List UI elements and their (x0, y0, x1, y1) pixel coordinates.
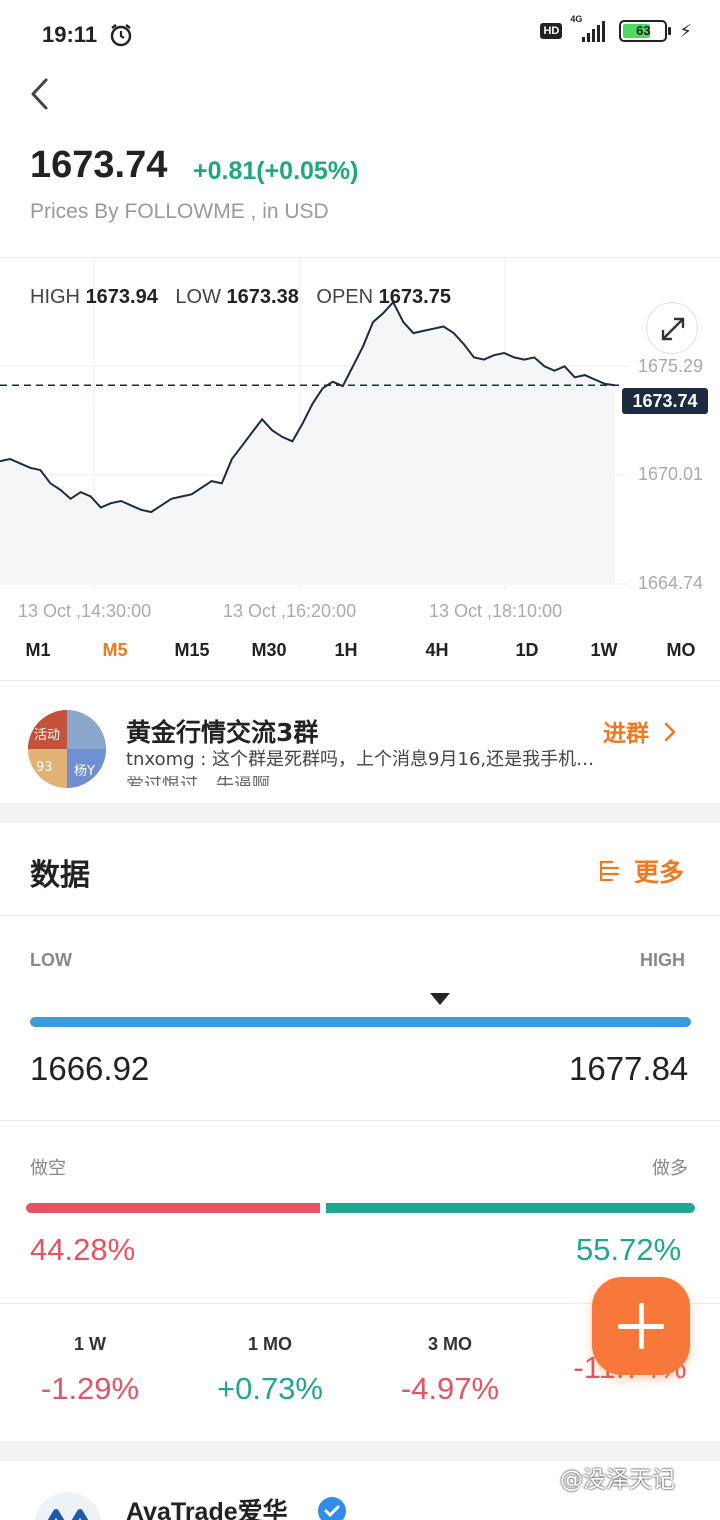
alarm-icon (110, 24, 132, 47)
current-price-tag: 1673.74 (622, 388, 708, 414)
divider (0, 1120, 720, 1121)
timeframe-m1[interactable]: M1 (25, 640, 50, 661)
range-current-marker (429, 993, 450, 1005)
performance-period: 1 MO (247, 1334, 292, 1354)
broker-logo-icon (47, 1509, 89, 1520)
timeframe-1h[interactable]: 1H (334, 640, 357, 661)
price-change: +0.81(+0.05%) (193, 157, 359, 185)
join-group-button[interactable]: 进群 (603, 714, 677, 748)
range-high-value: 1677.84 (569, 1050, 689, 1087)
y-tick-label: 1664.74 (638, 573, 704, 593)
hd-badge: HD (540, 23, 563, 39)
watermark: @没泽天记 (560, 1467, 675, 1493)
performance-1w: 1 W -1.29% (0, 1334, 180, 1407)
group-message-preview: 爱过恨过，牛逼啊 (126, 776, 686, 786)
price-source: Prices By FOLLOWME , in USD (30, 200, 329, 223)
divider (0, 915, 720, 916)
short-ratio-bar (26, 1203, 320, 1213)
timeframe-4h[interactable]: 4H (425, 640, 448, 661)
avatar-tag: 93 (36, 760, 53, 775)
status-time: 19:11 (42, 22, 98, 47)
avatar-tag: 活动 (34, 728, 61, 743)
divider (0, 680, 720, 681)
price-chart[interactable] (0, 258, 720, 628)
timeframe-1w[interactable]: 1W (591, 640, 618, 661)
x-tick-label: 13 Oct ,14:30:00 (18, 601, 152, 621)
back-arrow-icon[interactable] (26, 76, 56, 112)
data-section-title: 数据 (30, 858, 90, 893)
verified-icon (318, 1497, 346, 1520)
y-tick-label: 1675.29 (638, 356, 704, 376)
chart-area-fill (0, 302, 615, 584)
battery-icon: 63 (619, 20, 672, 42)
expand-chart-button[interactable] (646, 302, 698, 354)
range-low-value: 1666.92 (30, 1050, 150, 1087)
performance-period: 1 W (73, 1334, 106, 1354)
section-separator (0, 1441, 720, 1461)
short-label: 做空 (30, 1158, 66, 1179)
group-avatar: 活动 93 杨Y (28, 710, 106, 788)
high-value: 1673.94 (85, 286, 158, 308)
signal-icon: 4G (570, 14, 606, 42)
x-tick-label: 13 Oct ,18:10:00 (429, 601, 563, 621)
day-range-bar (30, 1017, 691, 1027)
long-percent: 55.72% (576, 1232, 682, 1267)
performance-1mo: 1 MO +0.73% (180, 1334, 360, 1407)
section-separator (0, 803, 720, 823)
range-low-label: LOW (30, 950, 72, 970)
short-percent: 44.28% (30, 1232, 136, 1267)
expand-icon (661, 317, 685, 341)
avatar-tag: 杨Y (74, 764, 95, 779)
group-last-message: tnxomg : 这个群是死群吗，上个消息9月16,还是我手机… (126, 749, 595, 770)
long-label: 做多 (652, 1158, 688, 1179)
group-name: 黄金行情交流3群 (126, 718, 319, 747)
current-price: 1673.74 (30, 144, 168, 186)
join-group-label: 进群 (603, 721, 649, 747)
add-button[interactable] (592, 1277, 690, 1375)
charging-icon: ⚡ (679, 20, 692, 42)
timeframe-m5[interactable]: M5 (102, 640, 127, 661)
timeframe-1d[interactable]: 1D (515, 640, 538, 661)
high-label: HIGH (30, 286, 80, 308)
performance-3mo: 3 MO -4.97% (360, 1334, 540, 1407)
broker-name[interactable]: AvaTrade爱华 (126, 1492, 288, 1520)
high-low-open: HIGH 1673.94 LOW 1673.38 OPEN 1673.75 (30, 286, 463, 309)
performance-value: -1.29% (40, 1371, 140, 1406)
open-value: 1673.75 (378, 286, 451, 308)
timeframe-m30[interactable]: M30 (251, 640, 286, 661)
performance-value: +0.73% (216, 1371, 323, 1406)
timeframe-selector: M1 M5 M15 M30 1H 4H 1D 1W MO (0, 640, 720, 666)
battery-level: 63 (636, 23, 651, 38)
performance-period: 3 MO (427, 1334, 472, 1354)
low-value: 1673.38 (226, 286, 299, 308)
timeframe-mo[interactable]: MO (667, 640, 696, 661)
status-bar: 19:11 HD 4G 63 ⚡ (0, 0, 720, 70)
timeframe-m15[interactable]: M15 (174, 640, 209, 661)
more-button[interactable]: 更多 (598, 853, 684, 889)
chevron-right-icon (664, 722, 676, 742)
range-high-label: HIGH (640, 950, 685, 970)
long-ratio-bar (326, 1203, 695, 1213)
low-label: LOW (175, 286, 221, 308)
y-tick-label: 1670.01 (638, 464, 704, 484)
broker-logo[interactable] (34, 1492, 102, 1520)
open-label: OPEN (316, 286, 374, 308)
network-type: 4G (570, 14, 583, 24)
x-tick-label: 13 Oct ,16:20:00 (223, 601, 357, 621)
list-icon (599, 860, 620, 882)
performance-value: -4.97% (400, 1371, 500, 1406)
more-label: 更多 (634, 858, 685, 887)
